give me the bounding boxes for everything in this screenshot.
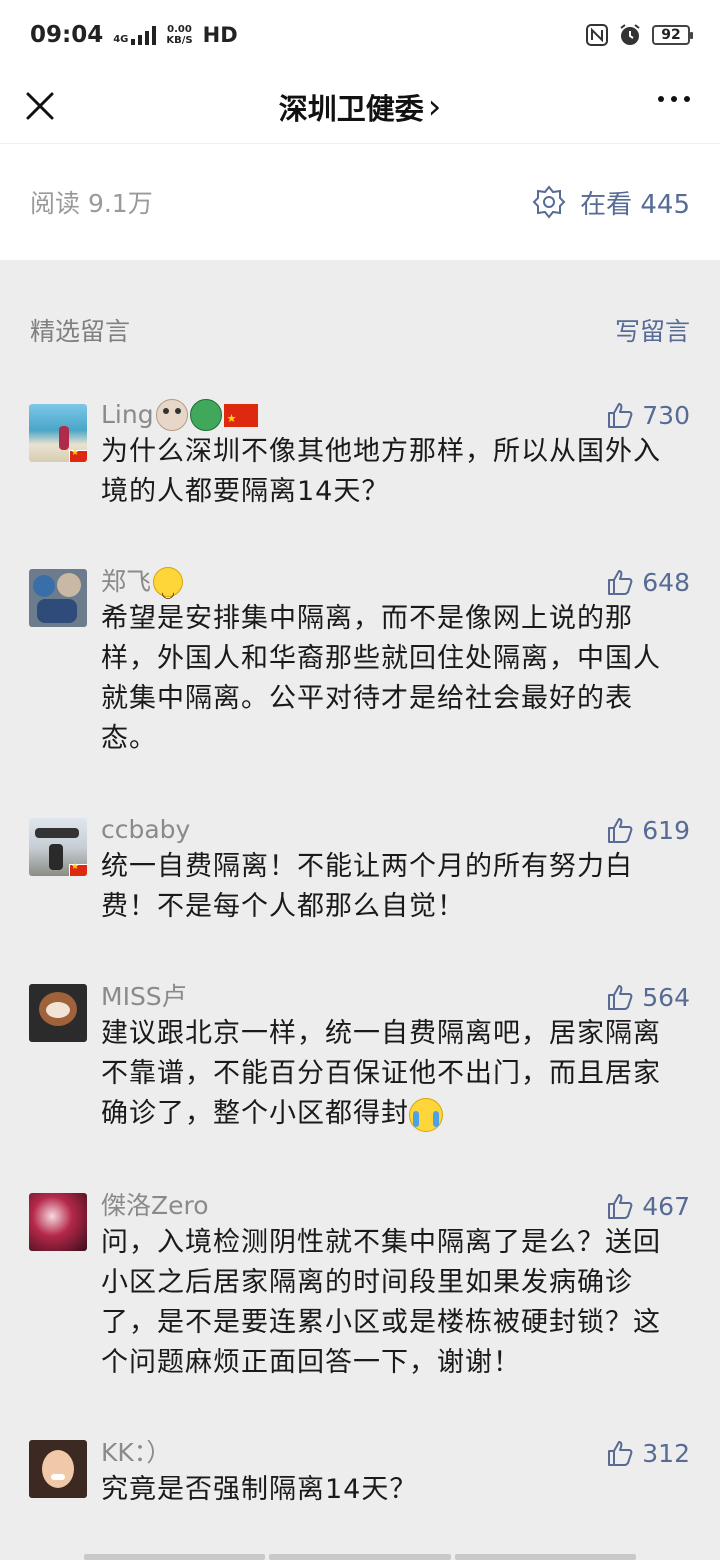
comment-item: 傑洛Zero 467 问，入境检测阴性就不集中隔离了是么？送回小区之后居家隔离的… xyxy=(0,1189,720,1389)
comment-author: 傑洛Zero xyxy=(101,1191,209,1220)
looking-icon xyxy=(532,185,566,219)
like-button[interactable]: 564 xyxy=(606,980,690,1014)
comment-author: 郑飞 xyxy=(101,565,184,609)
article-stats: 阅读 9.1万 在看 445 xyxy=(0,144,720,260)
comment-item: 郑飞 648 希望是安排集中隔离，而不是像网上说的那样，外国人和华裔那些就回住处… xyxy=(0,565,720,765)
network-speed: 0.00 KB/S xyxy=(166,24,193,46)
avatar[interactable] xyxy=(29,404,87,462)
nav-bar: 深圳卫健委 › xyxy=(0,70,720,144)
write-comment-button[interactable]: 写留言 xyxy=(615,312,690,348)
bottom-divider xyxy=(84,1554,636,1560)
thumbs-up-icon xyxy=(608,403,633,428)
dragon-emoji-icon xyxy=(189,399,222,431)
thumbs-up-icon xyxy=(608,1441,633,1466)
read-count: 阅读 9.1万 xyxy=(30,189,153,218)
alarm-icon xyxy=(620,24,640,45)
avatar[interactable] xyxy=(29,1193,87,1251)
avatar[interactable] xyxy=(29,1440,87,1498)
like-button[interactable]: 619 xyxy=(606,813,690,847)
battery-indicator: 92 xyxy=(652,25,693,45)
comment-item: ccbaby 619 统一自费隔离！不能让两个月的所有努力白费！不是每个人都那么… xyxy=(0,813,720,933)
network-type: 4G xyxy=(113,34,129,45)
comment-author: Ling xyxy=(101,398,258,436)
like-count: 312 xyxy=(642,1438,690,1468)
comment-author: ccbaby xyxy=(101,815,191,844)
avatar[interactable] xyxy=(29,818,87,876)
thumbs-up-icon xyxy=(608,1194,633,1219)
comment-item: Ling 730 为什么深圳不像其他地方那样，所以从国外入境的人都要隔离14天？ xyxy=(0,398,720,518)
like-count: 730 xyxy=(642,400,690,430)
comment-text: 究竟是否强制隔离14天？ xyxy=(101,1474,418,1505)
like-button[interactable]: 312 xyxy=(606,1436,690,1470)
thumbs-up-icon xyxy=(608,818,633,843)
account-name: 深圳卫健委 xyxy=(278,91,424,126)
comment-author: MISS卢 xyxy=(101,982,187,1011)
close-icon[interactable] xyxy=(22,86,62,126)
comment-item: MISS卢 564 建议跟北京一样，统一自费隔离吧，居家隔离不靠谱，不能百分百保… xyxy=(0,980,720,1140)
comment-text: 统一自费隔离！不能让两个月的所有努力白费！不是每个人都那么自觉！ xyxy=(101,851,633,922)
like-button[interactable]: 648 xyxy=(606,565,690,599)
comment-text: 问，入境检测阴性就不集中隔离了是么？送回小区之后居家隔离的时间段里如果发病确诊了… xyxy=(101,1227,661,1378)
chevron-right-icon: › xyxy=(427,86,442,127)
like-count: 564 xyxy=(642,982,690,1012)
crying-emoji-icon xyxy=(409,1097,443,1132)
looking-count: 在看 445 xyxy=(580,189,690,220)
hd-indicator: HD xyxy=(202,23,238,47)
comments-header: 精选留言 写留言 xyxy=(0,310,720,350)
nfc-icon xyxy=(586,24,608,46)
comment-text: 希望是安排集中隔离，而不是像网上说的那样，外国人和华裔那些就回住处隔离，中国人就… xyxy=(101,603,661,754)
cellular-signal-icon: 4G xyxy=(113,25,157,45)
status-time: 09:04 xyxy=(30,22,104,48)
smile-emoji-icon xyxy=(153,567,184,609)
comment-item: KK：） 312 究竟是否强制隔离14天？ xyxy=(0,1436,720,1536)
status-bar: 09:04 4G 0.00 KB/S HD 92 xyxy=(0,0,720,70)
more-options-icon[interactable] xyxy=(658,96,690,102)
comment-text: 建议跟北京一样，统一自费隔离吧，居家隔离不靠谱，不能百分百保证他不出门，而且居家… xyxy=(101,1014,676,1134)
like-count: 619 xyxy=(642,815,690,845)
china-flag-icon xyxy=(223,402,258,436)
avatar[interactable] xyxy=(29,569,87,627)
comments-title: 精选留言 xyxy=(30,317,131,346)
comment-author: KK：） xyxy=(101,1438,172,1467)
looking-button[interactable]: 在看 445 xyxy=(532,184,690,221)
account-title[interactable]: 深圳卫健委 › xyxy=(279,86,442,128)
thumbs-up-icon xyxy=(608,570,633,595)
cow-emoji-icon xyxy=(155,399,188,431)
thumbs-up-icon xyxy=(608,985,633,1010)
comment-text: 为什么深圳不像其他地方那样，所以从国外入境的人都要隔离14天？ xyxy=(101,436,661,507)
like-count: 467 xyxy=(642,1191,690,1221)
like-count: 648 xyxy=(642,567,690,597)
avatar[interactable] xyxy=(29,984,87,1042)
like-button[interactable]: 730 xyxy=(606,398,690,432)
like-button[interactable]: 467 xyxy=(606,1189,690,1223)
